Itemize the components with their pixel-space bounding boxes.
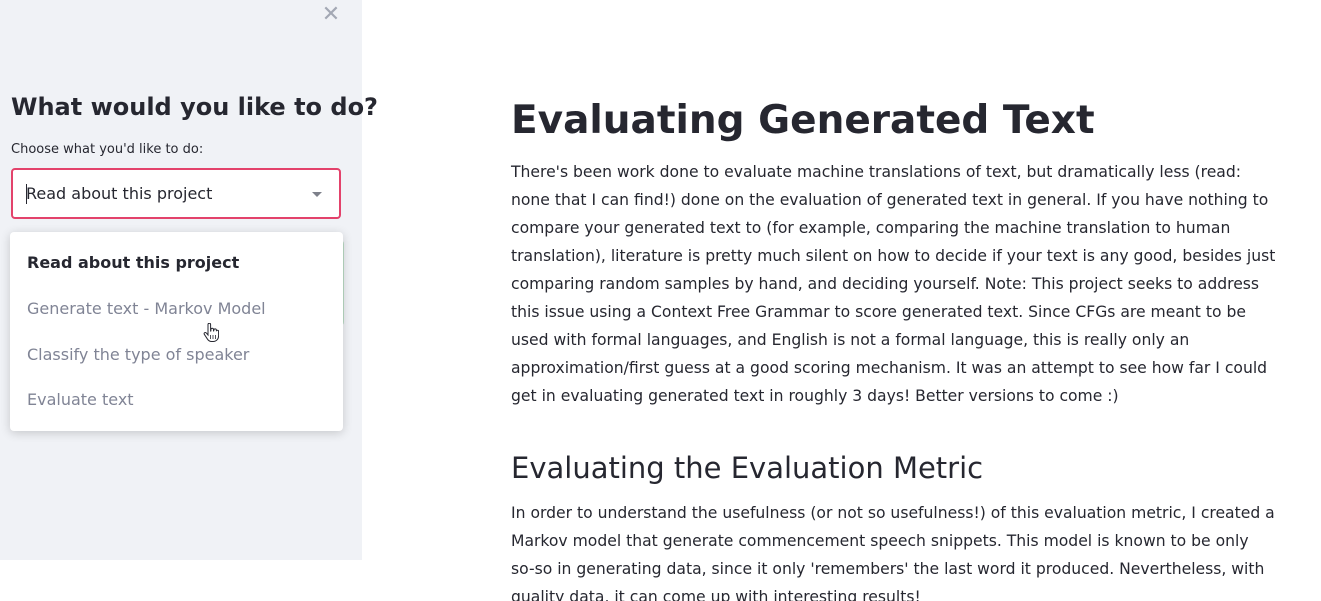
paragraph-line: translation), literature is pretty much …: [511, 247, 1276, 265]
paragraph-line: used with formal languages, and English …: [511, 331, 1190, 349]
sidebar: ✕ What would you like to do? Choose what…: [0, 0, 378, 560]
chevron-down-icon[interactable]: [312, 192, 322, 197]
paragraph-line: approximation/first guess at a good scor…: [511, 359, 1268, 377]
pointer-hand-icon: [203, 323, 219, 342]
intro-paragraph: There's been work done to evaluate machi…: [511, 158, 1291, 410]
option-generate-text[interactable]: Generate text - Markov Model: [27, 299, 266, 319]
paragraph-line: so-so in generating data, since it only …: [511, 560, 1265, 578]
paragraph-line: compare your generated text to (for exam…: [511, 219, 1231, 237]
select-dropdown-menu: Read about this project Generate text - …: [10, 232, 343, 431]
close-icon[interactable]: ✕: [320, 4, 342, 26]
app: ✕ What would you like to do? Choose what…: [0, 0, 1321, 601]
paragraph-line: get in evaluating generated text in roug…: [511, 387, 1119, 405]
paragraph-line: this issue using a Context Free Grammar …: [511, 303, 1246, 321]
action-select[interactable]: Read about this project: [11, 168, 341, 219]
text-caret: [26, 184, 27, 204]
page-title: Evaluating Generated Text: [511, 98, 1095, 143]
select-label: Choose what you'd like to do:: [11, 142, 204, 157]
second-paragraph: In order to understand the usefulness (o…: [511, 499, 1291, 601]
option-classify-speaker[interactable]: Classify the type of speaker: [27, 345, 249, 365]
sidebar-heading: What would you like to do?: [11, 93, 378, 121]
paragraph-line: quality data, it can come up with intere…: [511, 588, 921, 601]
paragraph-line: There's been work done to evaluate machi…: [511, 163, 1241, 181]
paragraph-line: comparing random samples by hand, and de…: [511, 275, 1260, 293]
paragraph-line: Markov model that generate commencement …: [511, 532, 1249, 550]
select-value: Read about this project: [26, 184, 213, 203]
option-evaluate-text[interactable]: Evaluate text: [27, 390, 134, 410]
option-read-about-project[interactable]: Read about this project: [27, 253, 239, 273]
paragraph-line: none that I can find!) done on the evalu…: [511, 191, 1269, 209]
section-heading: Evaluating the Evaluation Metric: [511, 451, 984, 485]
paragraph-line: In order to understand the usefulness (o…: [511, 504, 1275, 522]
